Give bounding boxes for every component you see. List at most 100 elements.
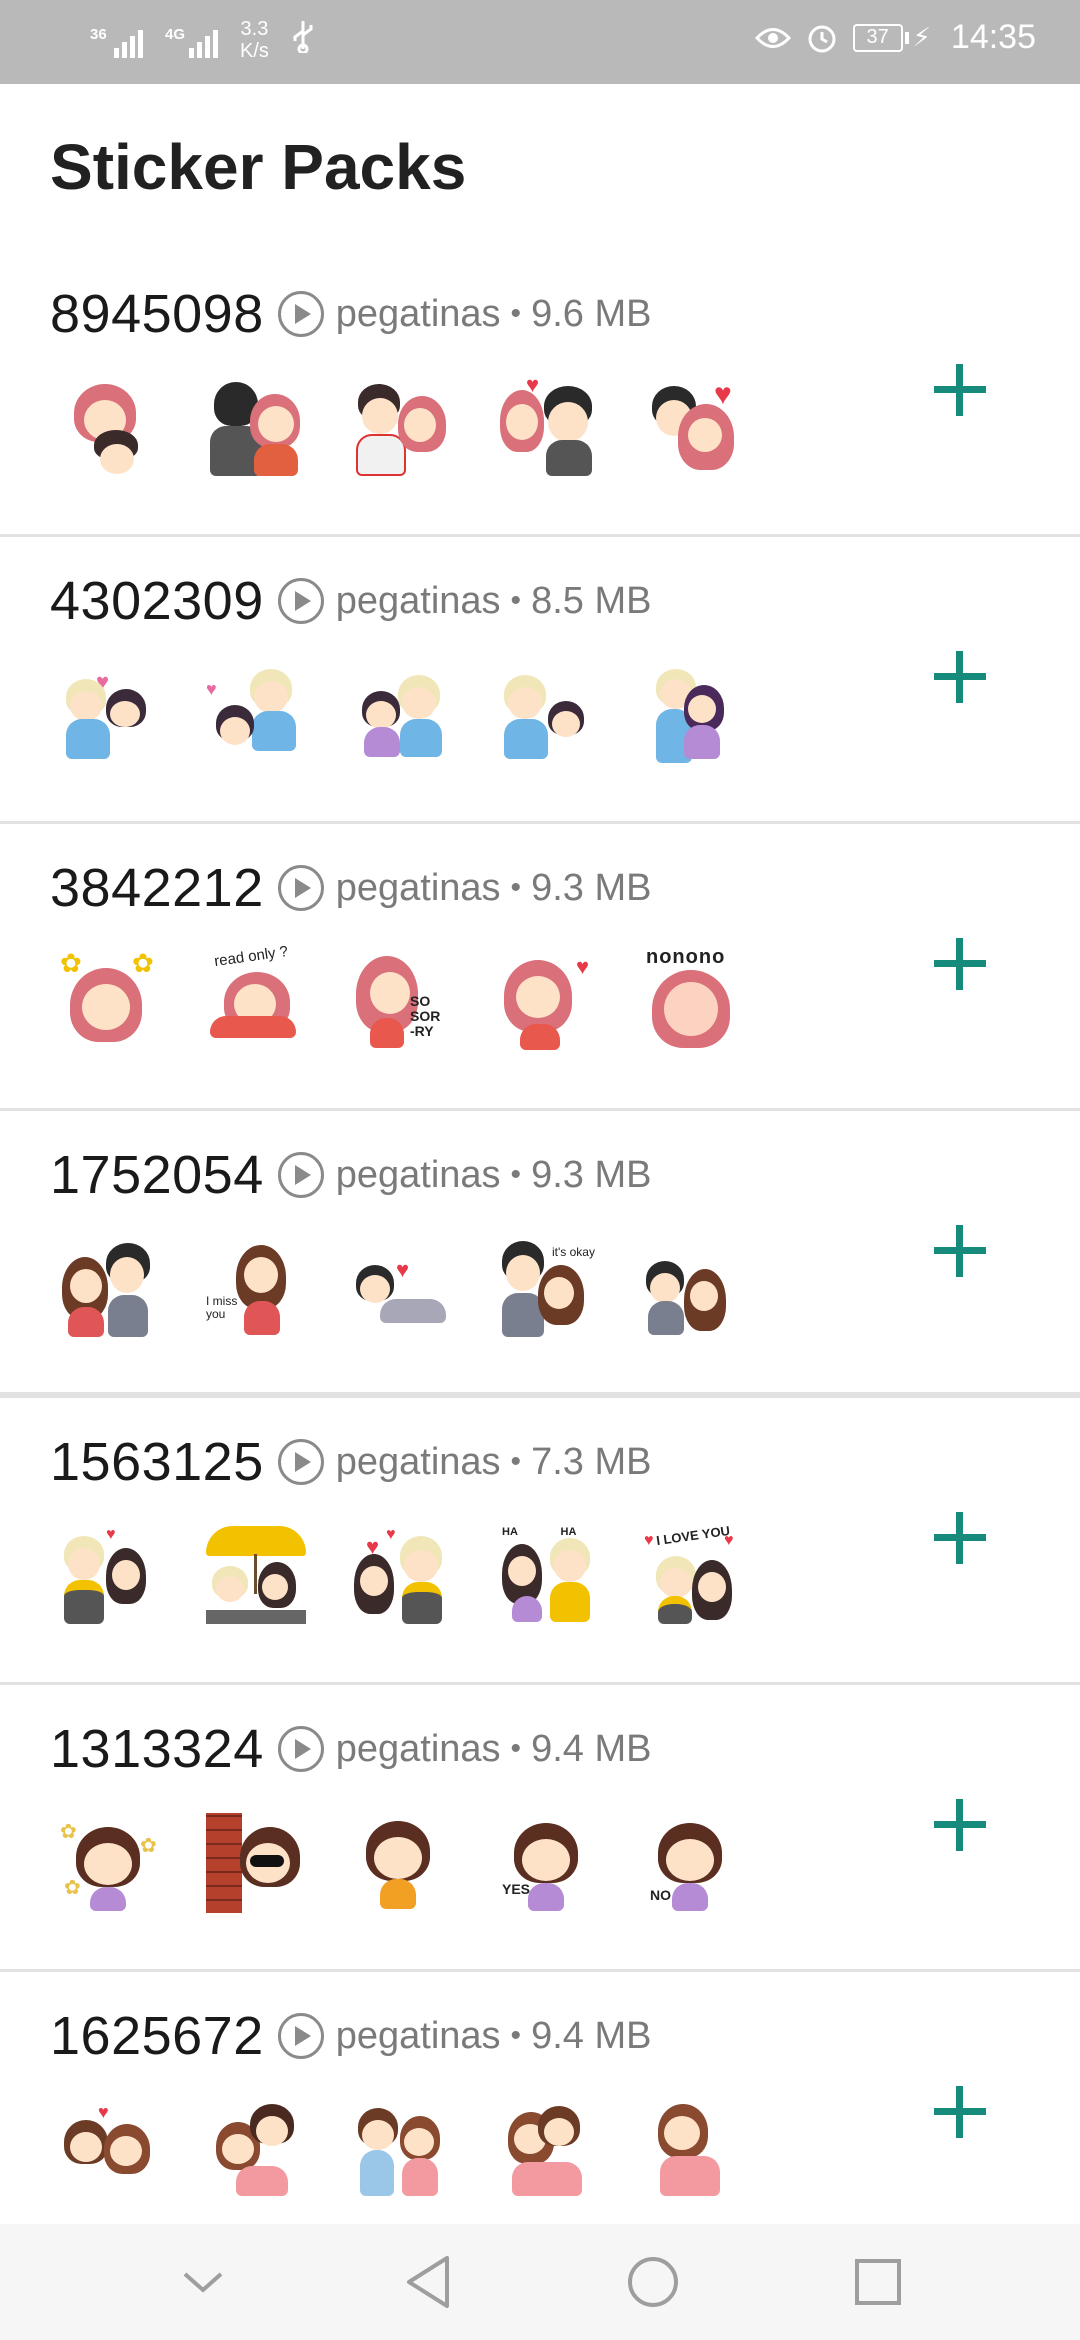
sticker-pack-row[interactable]: 1625672 pegatinas • 9.4 MB ♥: [0, 1972, 1080, 2259]
sticker-preview: NO: [644, 1813, 744, 1913]
sticker-caption: NO: [650, 1887, 671, 1903]
sticker-preview: ♥ ♥: [352, 1526, 452, 1626]
add-to-whatsapp-button[interactable]: [930, 1508, 990, 1568]
sticker-preview: [352, 665, 452, 765]
sticker-pack-row[interactable]: 3842212 pegatinas • 9.3 MB ✿ ✿ read only…: [0, 824, 1080, 1111]
sticker-preview: ✿ ✿: [60, 948, 160, 1052]
meta-separator: •: [510, 297, 522, 330]
pack-meta: pegatinas • 9.6 MB: [336, 293, 652, 336]
network-speed-unit: K/s: [240, 40, 269, 62]
sticker-preview: ♥: [644, 378, 744, 478]
sticker-preview: ♥: [60, 665, 160, 765]
meta-separator: •: [510, 2019, 522, 2052]
sticker-preview: ♥: [60, 1526, 160, 1626]
sticker-caption: I LOVE YOU: [655, 1522, 731, 1549]
sticker-preview: ♥: [498, 952, 598, 1052]
sticker-pack-row[interactable]: 1313324 pegatinas • 9.4 MB ✿ ✿ ✿ YES NO: [0, 1685, 1080, 1972]
sticker-preview: [206, 378, 306, 478]
sticker-preview: [60, 378, 160, 478]
sticker-pack-row[interactable]: 4302309 pegatinas • 8.5 MB ♥ ♥: [0, 537, 1080, 824]
add-to-whatsapp-button[interactable]: [930, 934, 990, 994]
sticker-pack-row[interactable]: 8945098 pegatinas • 9.6 MB ♥ ♥: [0, 250, 1080, 537]
battery-level: 37: [852, 23, 903, 52]
status-bar: 36 4G 3.3 K/s 37 ⚡ 14:35: [0, 0, 1080, 84]
signal-2-label: 4G: [165, 26, 186, 43]
pack-size: 9.3 MB: [531, 1153, 652, 1196]
page-title: Sticker Packs: [50, 131, 467, 203]
meta-separator: •: [510, 1445, 522, 1478]
sticker-preview: [206, 2100, 306, 2200]
sticker-preview-strip: ♥ ♥: [60, 665, 744, 765]
sticker-caption: nonono: [646, 946, 726, 968]
back-triangle-icon[interactable]: [393, 2247, 463, 2317]
status-bar-right: 37 ⚡ 14:35: [754, 18, 1036, 57]
pack-size: 9.3 MB: [531, 866, 652, 909]
sticker-preview: YES: [498, 1813, 598, 1913]
pack-publisher: pegatinas: [335, 866, 501, 909]
pack-name: 3842212: [50, 858, 264, 918]
pack-publisher: pegatinas: [335, 1153, 501, 1196]
sticker-caption: I miss you: [206, 1294, 238, 1321]
sticker-preview: ✿ ✿ ✿: [60, 1813, 160, 1913]
sticker-preview: [352, 2100, 452, 2200]
sticker-pack-row[interactable]: 1563125 pegatinas • 7.3 MB ♥ ♥ ♥ HA HA I…: [0, 1398, 1080, 1685]
sticker-pack-list[interactable]: 8945098 pegatinas • 9.6 MB ♥ ♥ 4302309 p…: [0, 250, 1080, 2259]
sticker-preview: [206, 1813, 306, 1913]
add-to-whatsapp-button[interactable]: [930, 2082, 990, 2142]
pack-meta: pegatinas • 9.4 MB: [336, 2015, 652, 2058]
pack-name: 1752054: [50, 1145, 264, 1205]
pack-size: 7.3 MB: [531, 1440, 652, 1483]
animated-play-icon: [277, 1439, 324, 1485]
system-navigation-bar: [0, 2224, 1080, 2340]
pack-meta: pegatinas • 8.5 MB: [336, 580, 652, 623]
sticker-preview: ♥: [352, 1239, 452, 1339]
signal-1-label: 36: [90, 26, 107, 43]
sticker-preview: I miss you: [206, 1239, 306, 1339]
sticker-preview: nonono: [644, 946, 744, 1052]
pack-publisher: pegatinas: [335, 579, 501, 622]
eye-icon: [754, 25, 791, 51]
sticker-preview-strip: I miss you ♥ it's okay: [60, 1239, 744, 1339]
pack-name: 8945098: [50, 284, 264, 344]
pack-header: 1625672 pegatinas • 9.4 MB: [50, 2006, 652, 2066]
sticker-preview: ♥: [498, 372, 598, 478]
sticker-preview: I LOVE YOU ♥ ♥: [644, 1522, 744, 1626]
meta-separator: •: [510, 1732, 522, 1765]
pack-header: 1752054 pegatinas • 9.3 MB: [50, 1145, 652, 1205]
sticker-preview: [206, 1526, 306, 1626]
recents-square-icon[interactable]: [843, 2247, 913, 2317]
home-circle-icon[interactable]: [618, 2247, 688, 2317]
pack-name: 1625672: [50, 2006, 264, 2066]
sticker-preview: HA HA: [498, 1526, 598, 1626]
signal-strength-1-icon: 36: [90, 22, 143, 58]
meta-separator: •: [510, 871, 522, 904]
pack-name: 1563125: [50, 1432, 264, 1492]
pack-size: 9.6 MB: [531, 292, 652, 335]
battery-icon: 37 ⚡: [852, 22, 931, 53]
add-to-whatsapp-button[interactable]: [930, 360, 990, 420]
sticker-preview: [60, 1239, 160, 1339]
chevron-down-icon[interactable]: [168, 2247, 238, 2317]
sticker-preview: [644, 2100, 744, 2200]
sticker-preview: [644, 1239, 744, 1339]
add-to-whatsapp-button[interactable]: [930, 647, 990, 707]
sticker-preview: [644, 665, 744, 765]
sticker-pack-row[interactable]: 1752054 pegatinas • 9.3 MB I miss you ♥ …: [0, 1111, 1080, 1398]
pack-name: 1313324: [50, 1719, 264, 1779]
add-to-whatsapp-button[interactable]: [930, 1795, 990, 1855]
alarm-icon: [805, 21, 839, 55]
pack-publisher: pegatinas: [335, 2014, 501, 2057]
add-to-whatsapp-button[interactable]: [930, 1221, 990, 1281]
pack-header: 4302309 pegatinas • 8.5 MB: [50, 571, 652, 631]
pack-publisher: pegatinas: [335, 1727, 501, 1770]
pack-size: 8.5 MB: [531, 579, 652, 622]
pack-size: 9.4 MB: [531, 1727, 652, 1770]
pack-meta: pegatinas • 9.4 MB: [336, 1728, 652, 1771]
sticker-caption: HA HA: [502, 1526, 577, 1538]
pack-header: 1313324 pegatinas • 9.4 MB: [50, 1719, 652, 1779]
meta-separator: •: [510, 584, 522, 617]
charging-bolt-icon: ⚡: [912, 22, 931, 52]
sticker-preview: SO SOR -RY: [352, 952, 452, 1052]
sticker-preview: [352, 1813, 452, 1913]
sticker-caption: read only ?: [213, 942, 290, 971]
